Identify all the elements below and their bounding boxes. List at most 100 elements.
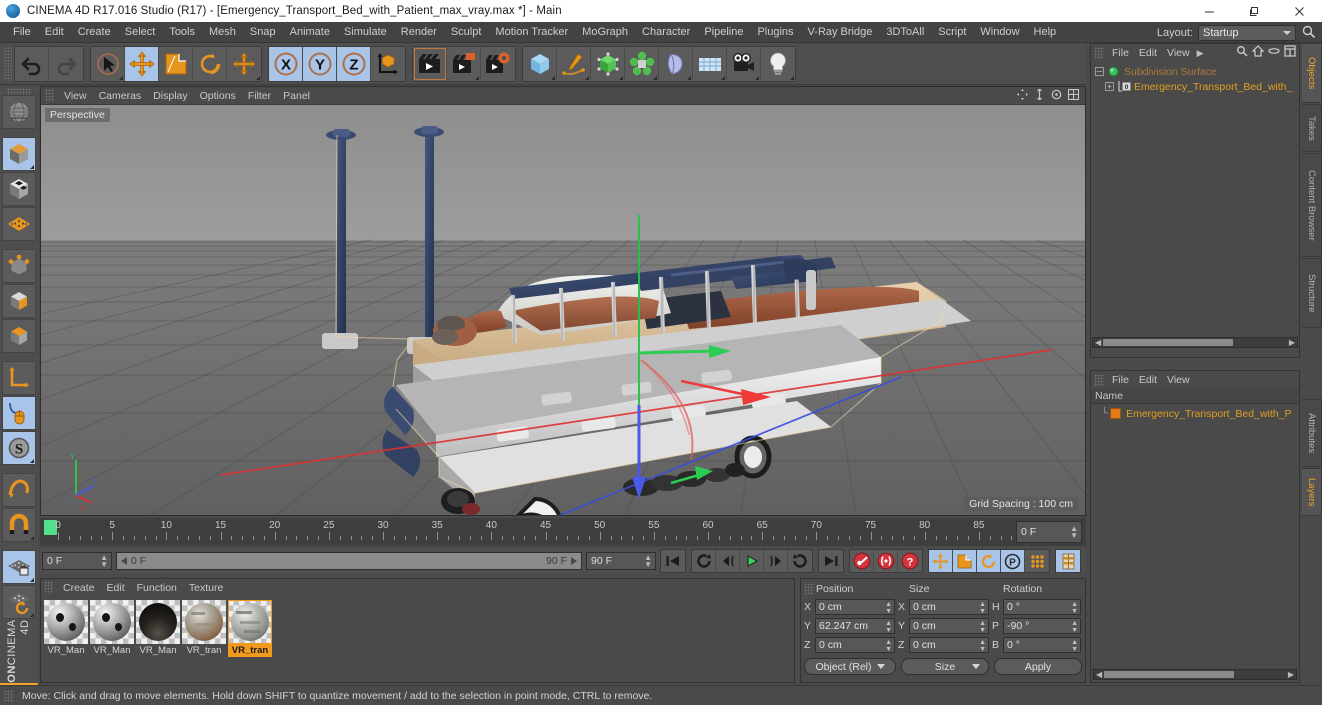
material-menu-edit[interactable]: Edit <box>101 581 131 595</box>
zoom-view-icon[interactable] <box>1034 87 1045 105</box>
keyframe-selection-icon[interactable]: ? <box>898 550 922 572</box>
spline-pen-icon[interactable] <box>557 46 591 81</box>
layer-menu-edit[interactable]: Edit <box>1134 373 1162 387</box>
play-forward-icon[interactable] <box>740 550 764 572</box>
viewport-grip[interactable] <box>45 89 54 102</box>
menu-simulate[interactable]: Simulate <box>337 24 394 40</box>
render-view-icon[interactable] <box>413 46 447 81</box>
minimize-button[interactable] <box>1187 0 1232 22</box>
position-x-input[interactable]: 0 cm ▲ ▼ <box>815 598 895 615</box>
generator-nurbs-icon[interactable] <box>591 46 625 81</box>
edges-mode-icon[interactable] <box>2 284 36 318</box>
material-thumbnail[interactable] <box>228 600 272 644</box>
layer-list-item[interactable]: └ Emergency_Transport_Bed_with_P <box>1091 406 1299 421</box>
status-bar-grip[interactable] <box>4 689 14 702</box>
magnet-tool-icon[interactable] <box>2 508 36 542</box>
size-mode-dropdown[interactable]: Size <box>901 658 989 675</box>
size-y-input[interactable]: 0 cm ▲ ▼ <box>909 617 989 634</box>
scale-tool-icon[interactable] <box>159 46 193 81</box>
menu-mesh[interactable]: Mesh <box>202 24 243 40</box>
expand-collapse-icon[interactable]: + <box>1105 82 1114 91</box>
material-item[interactable]: VR_Man <box>136 600 180 657</box>
workplane-rotate-icon[interactable] <box>2 585 36 619</box>
size-x-input[interactable]: 0 cm ▲ ▼ <box>909 598 989 615</box>
menu-mograph[interactable]: MoGraph <box>575 24 635 40</box>
viewport-menu-filter[interactable]: Filter <box>242 89 277 103</box>
animation-end-field[interactable]: 90 F ▲ ▼ <box>586 552 656 570</box>
material-item-selected[interactable]: VR_tran <box>228 600 272 657</box>
object-menu-view[interactable]: View <box>1162 46 1195 60</box>
object-tree-row-emergency-bed[interactable]: + 0 Emergency_Transport_Bed_with_ <box>1091 79 1299 94</box>
spinner-icon[interactable]: ▲ ▼ <box>1071 639 1078 653</box>
menu-window[interactable]: Window <box>973 24 1026 40</box>
spinner-icon[interactable]: ▲ ▼ <box>885 620 892 634</box>
move-duplicate-icon[interactable] <box>227 46 261 81</box>
ellipsis-icon[interactable] <box>1268 44 1280 62</box>
menu-sculpt[interactable]: Sculpt <box>444 24 489 40</box>
viewport-menu-display[interactable]: Display <box>147 89 193 103</box>
object-menu-edit[interactable]: Edit <box>1134 46 1162 60</box>
menu-file[interactable]: File <box>6 24 38 40</box>
maximize-viewport-icon[interactable] <box>1067 87 1080 105</box>
menu-vray-bridge[interactable]: V-Ray Bridge <box>801 24 880 40</box>
apply-button[interactable]: Apply <box>994 658 1082 675</box>
object-tree[interactable]: ─ Subdivision Surface + 0 Emergency_Tran… <box>1091 62 1299 336</box>
deformer-bend-icon[interactable] <box>659 46 693 81</box>
toolbar-grip[interactable] <box>4 46 12 81</box>
expand-panel-icon[interactable] <box>1284 44 1296 62</box>
expand-collapse-icon[interactable]: ─ <box>1095 67 1104 76</box>
tab-content-browser[interactable]: Content Browser <box>1302 153 1322 257</box>
material-menu-function[interactable]: Function <box>131 581 183 595</box>
menu-3dtoall[interactable]: 3DToAll <box>879 24 931 40</box>
make-editable-icon[interactable] <box>2 95 36 129</box>
preview-range-slider[interactable]: 0 F 90 F <box>116 552 582 570</box>
point-level-animation-icon[interactable] <box>1025 550 1049 572</box>
spinner-icon[interactable]: ▲ ▼ <box>1070 525 1078 540</box>
material-menu-create[interactable]: Create <box>57 581 101 595</box>
workplane-lock-icon[interactable] <box>2 550 36 584</box>
menu-help[interactable]: Help <box>1027 24 1064 40</box>
menu-pipeline[interactable]: Pipeline <box>697 24 750 40</box>
object-manager-hscrollbar[interactable]: ◀ ▶ <box>1092 337 1298 348</box>
timeline-current-frame-field[interactable]: 0 F ▲ ▼ <box>1016 521 1082 543</box>
menu-create[interactable]: Create <box>71 24 118 40</box>
viewport-menu-view[interactable]: View <box>58 89 93 103</box>
material-menu-texture[interactable]: Texture <box>183 581 229 595</box>
texture-mode-icon[interactable] <box>2 172 36 206</box>
menu-character[interactable]: Character <box>635 24 697 40</box>
scrollbar-thumb[interactable] <box>1103 339 1233 346</box>
material-thumbnail[interactable] <box>182 600 226 644</box>
menu-script[interactable]: Script <box>931 24 973 40</box>
polygons-mode-icon[interactable] <box>2 319 36 353</box>
y-axis-lock-icon[interactable]: Y <box>303 46 337 81</box>
go-to-start-icon[interactable] <box>661 550 685 572</box>
layer-menu-file[interactable]: File <box>1107 373 1134 387</box>
cube-primitive-icon[interactable] <box>523 46 557 81</box>
tab-structure[interactable]: Structure <box>1302 258 1322 328</box>
tab-layers[interactable]: Layers <box>1302 468 1322 516</box>
autokeying-icon[interactable] <box>874 550 898 572</box>
search-icon[interactable] <box>1236 44 1248 62</box>
points-mode-icon[interactable] <box>2 249 36 283</box>
next-key-icon[interactable] <box>764 550 788 572</box>
object-tree-row-subdivision-surface[interactable]: ─ Subdivision Surface <box>1091 64 1299 79</box>
object-manager-grip[interactable] <box>1094 47 1104 59</box>
home-icon[interactable] <box>1251 44 1265 62</box>
menu-overflow-icon[interactable]: ▶ <box>1195 48 1204 59</box>
x-axis-lock-icon[interactable]: X <box>269 46 303 81</box>
layer-manager-hscrollbar[interactable]: ◀ ▶ <box>1093 669 1297 680</box>
rotation-h-input[interactable]: 0 ° ▲ ▼ <box>1003 598 1081 615</box>
material-thumbnail[interactable] <box>90 600 134 644</box>
spinner-icon[interactable]: ▲ ▼ <box>979 601 986 615</box>
scale-key-icon[interactable] <box>953 550 977 572</box>
menu-render[interactable]: Render <box>394 24 444 40</box>
object-axis-icon[interactable] <box>2 361 36 395</box>
enable-axis-modification-icon[interactable] <box>2 396 36 430</box>
position-y-input[interactable]: 62.247 cm ▲ ▼ <box>815 617 895 634</box>
spinner-icon[interactable]: ▲ ▼ <box>885 601 892 615</box>
material-item[interactable]: VR_Man <box>90 600 134 657</box>
maximize-button[interactable] <box>1232 0 1277 22</box>
layer-manager-grip[interactable] <box>1094 374 1104 386</box>
search-icon[interactable] <box>1301 24 1317 40</box>
environment-floor-icon[interactable] <box>693 46 727 81</box>
